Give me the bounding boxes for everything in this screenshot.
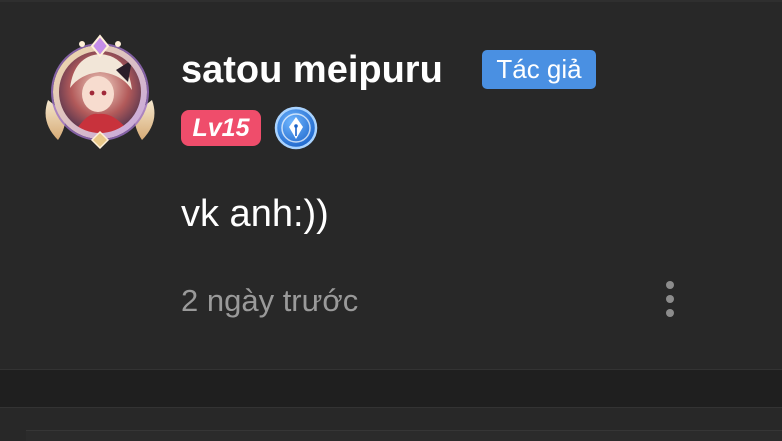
- comment-card: satou meipuru Tác giả Lv15 vk anh:)) 2 n…: [0, 0, 782, 369]
- top-divider: [0, 0, 782, 2]
- comment-timestamp: 2 ngày trước: [181, 283, 359, 318]
- author-badge: Tác giả: [482, 50, 596, 89]
- avatar-frame-icon: [45, 34, 155, 150]
- username[interactable]: satou meipuru: [181, 48, 443, 92]
- next-comment-inner: [26, 430, 782, 441]
- more-options-button[interactable]: [650, 274, 690, 324]
- more-vertical-icon-dot-3: [666, 309, 674, 317]
- section-divider: [0, 369, 782, 408]
- more-vertical-icon-dot-2: [666, 295, 674, 303]
- comment-text: vk anh:)): [181, 193, 329, 235]
- level-badge: Lv15: [181, 110, 261, 146]
- more-vertical-icon: [666, 281, 674, 289]
- comment-page: satou meipuru Tác giả Lv15 vk anh:)) 2 n…: [0, 0, 782, 441]
- pen-nib-icon: [274, 106, 318, 150]
- avatar[interactable]: [36, 30, 164, 150]
